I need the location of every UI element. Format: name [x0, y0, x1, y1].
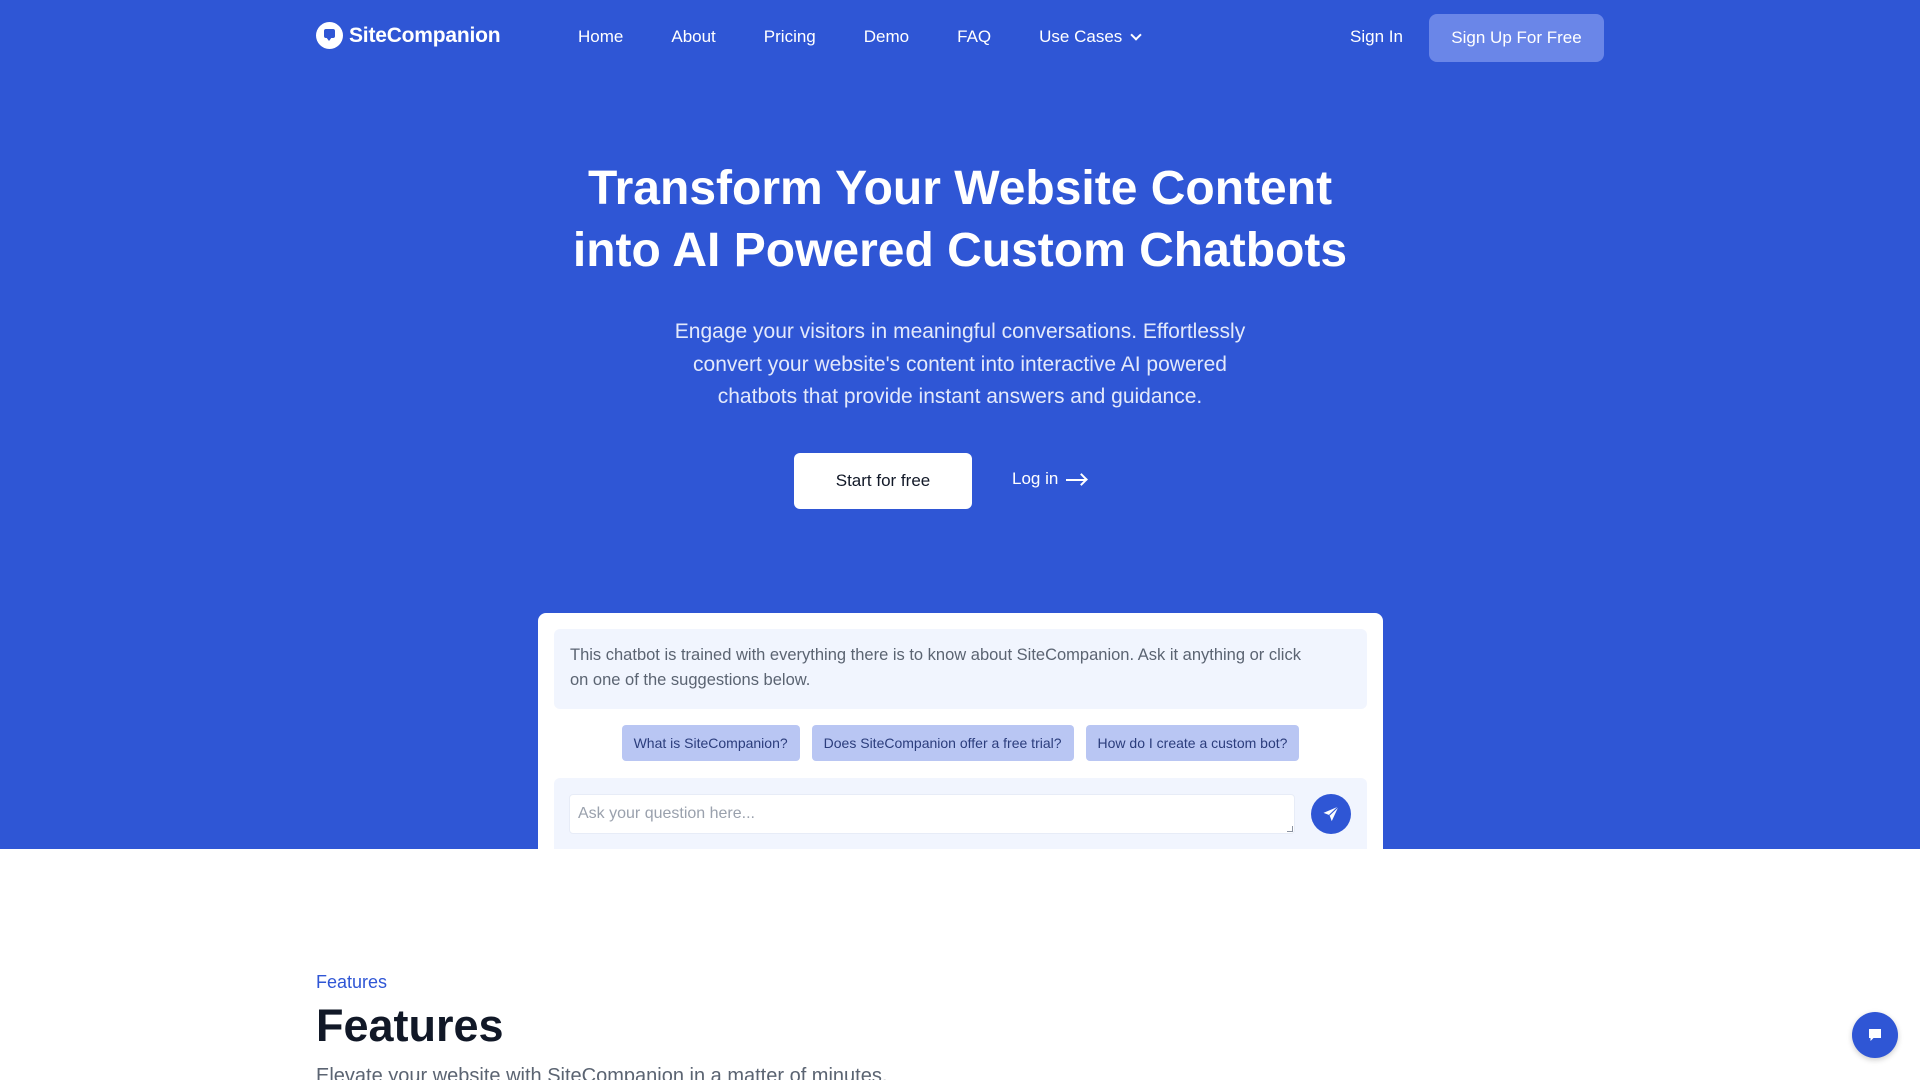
- resize-grip-icon[interactable]: [1287, 826, 1293, 832]
- top-nav: SiteCompanion Home About Pricing Demo FA…: [0, 0, 1920, 76]
- nav-link-faq[interactable]: FAQ: [957, 27, 991, 47]
- brand-name: SiteCompanion: [349, 23, 501, 47]
- chat-suggestions: What is SiteCompanion? Does SiteCompanio…: [538, 725, 1383, 761]
- features-title: Features: [316, 1000, 504, 1051]
- paper-plane-icon: [1323, 806, 1339, 822]
- brand-logo[interactable]: SiteCompanion: [316, 22, 501, 49]
- arrow-right-icon: [1066, 479, 1087, 481]
- nav-link-demo[interactable]: Demo: [864, 27, 909, 47]
- nav-link-about[interactable]: About: [671, 27, 715, 47]
- suggestion-what-is[interactable]: What is SiteCompanion?: [621, 725, 800, 761]
- hero-subtitle-line-1: Engage your visitors in meaningful conve…: [674, 320, 1246, 343]
- suggestion-create-bot[interactable]: How do I create a custom bot?: [1085, 725, 1300, 761]
- suggestion-free-trial[interactable]: Does SiteCompanion offer a free trial?: [811, 725, 1074, 761]
- start-for-free-button[interactable]: Start for free: [794, 453, 972, 509]
- nav-link-use-cases[interactable]: Use Cases: [1039, 27, 1142, 47]
- sign-in-link[interactable]: Sign In: [1350, 27, 1403, 47]
- log-in-link[interactable]: Log in: [1012, 469, 1087, 489]
- chat-intro-line-1: This chatbot is trained with everything …: [570, 646, 1301, 664]
- hero-section: SiteCompanion Home About Pricing Demo FA…: [0, 0, 1920, 849]
- chevron-down-icon: [1130, 29, 1142, 41]
- sign-up-button[interactable]: Sign Up For Free: [1429, 14, 1604, 62]
- hero-title-line-1: Transform Your Website Content: [587, 162, 1333, 215]
- features-eyebrow: Features: [316, 972, 388, 992]
- chat-bubble-icon: [316, 22, 343, 49]
- demo-chat-widget: This chatbot is trained with everything …: [538, 613, 1383, 849]
- chat-input-bar: [554, 778, 1367, 849]
- hero-subtitle: Engage your visitors in meaningful conve…: [640, 316, 1280, 414]
- features-subtitle: Elevate your website with SiteCompanion …: [316, 1065, 888, 1080]
- nav-link-home[interactable]: Home: [578, 27, 623, 47]
- chat-bubble-icon: [1869, 1029, 1881, 1041]
- nav-links: Home About Pricing Demo FAQ Use Cases: [578, 27, 1142, 47]
- log-in-label: Log in: [1012, 469, 1059, 488]
- chat-intro-line-2: on one of the suggestions below.: [570, 671, 811, 689]
- send-button[interactable]: [1311, 794, 1351, 834]
- floating-chat-button[interactable]: [1852, 1012, 1898, 1058]
- nav-link-pricing[interactable]: Pricing: [764, 27, 816, 47]
- chat-question-input[interactable]: [569, 794, 1295, 834]
- hero-title-line-2: into AI Powered Custom Chatbots: [572, 224, 1348, 277]
- nav-link-use-cases-label: Use Cases: [1039, 27, 1123, 46]
- hero-subtitle-line-2: convert your website's content into inte…: [693, 352, 1227, 376]
- hero-title: Transform Your Website Content into AI P…: [460, 158, 1460, 282]
- chat-intro-message: This chatbot is trained with everything …: [554, 629, 1367, 709]
- hero-subtitle-line-3: chatbots that provide instant answers an…: [717, 385, 1203, 408]
